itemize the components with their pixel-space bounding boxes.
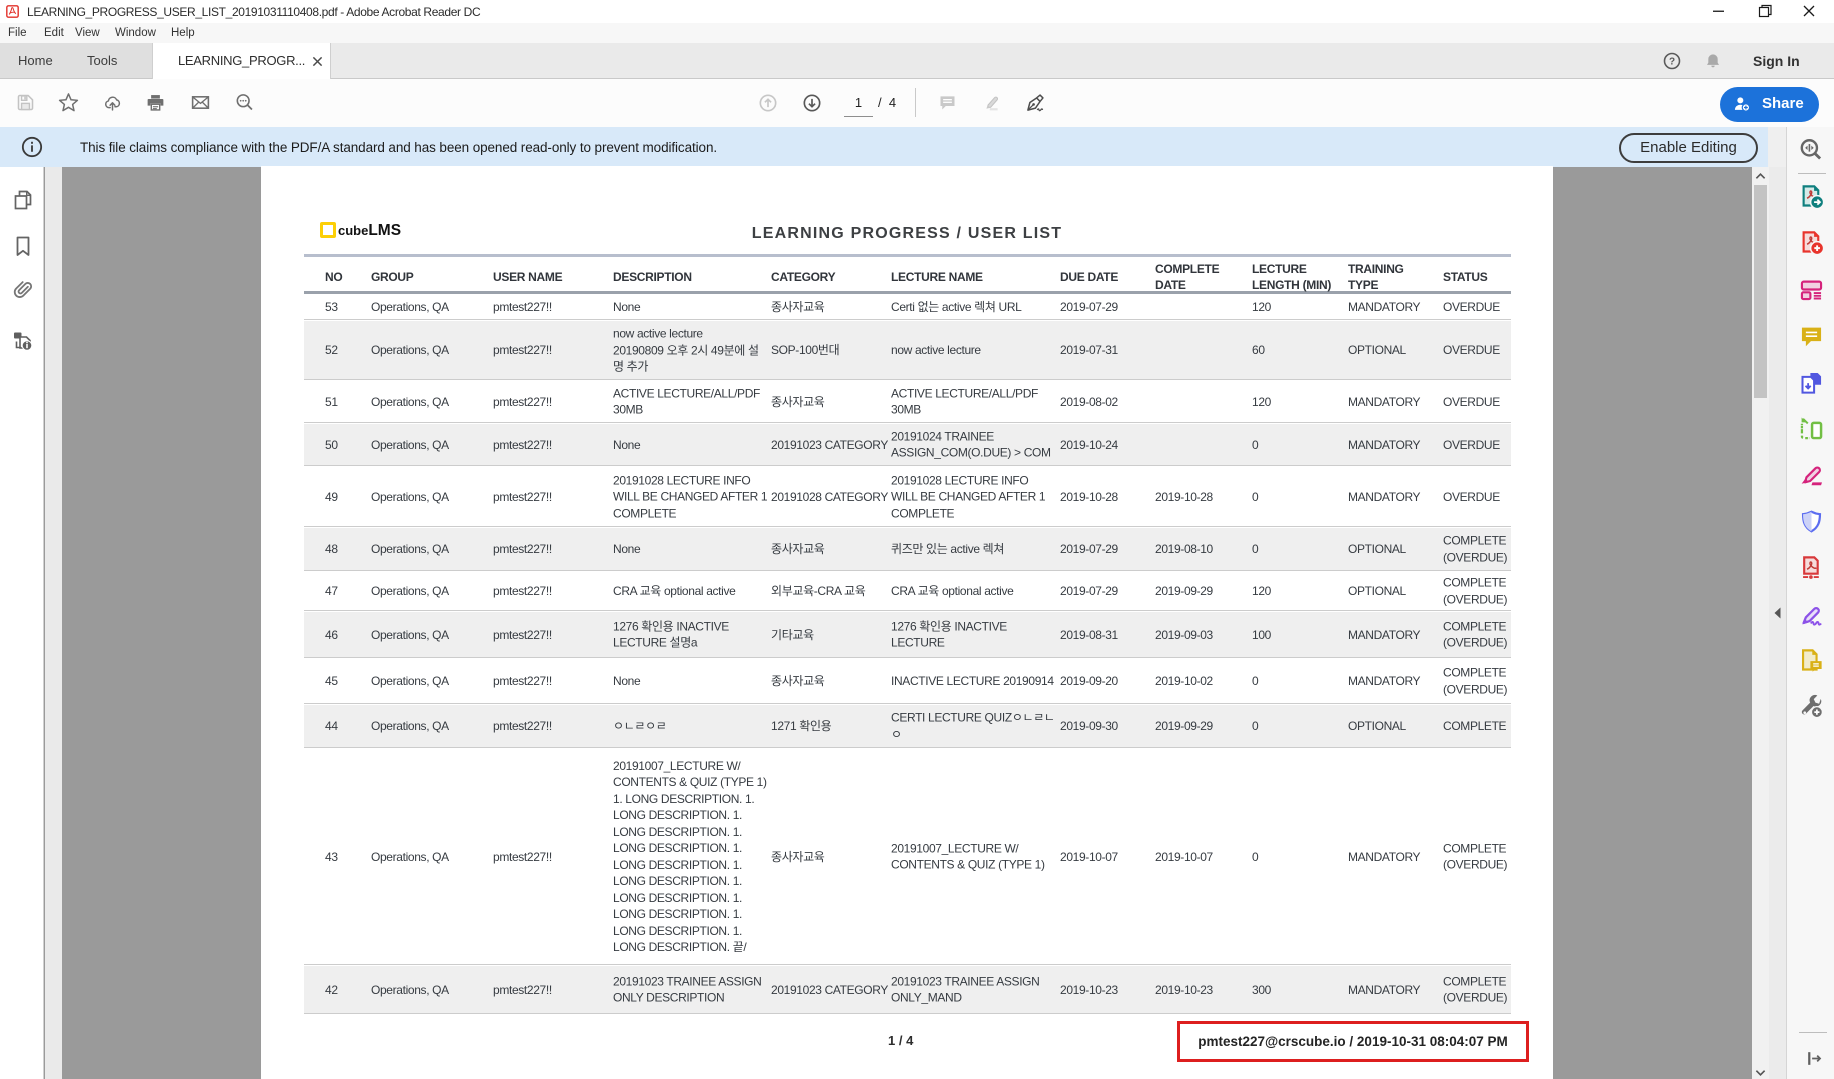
svg-text:?: ? bbox=[1669, 56, 1675, 67]
